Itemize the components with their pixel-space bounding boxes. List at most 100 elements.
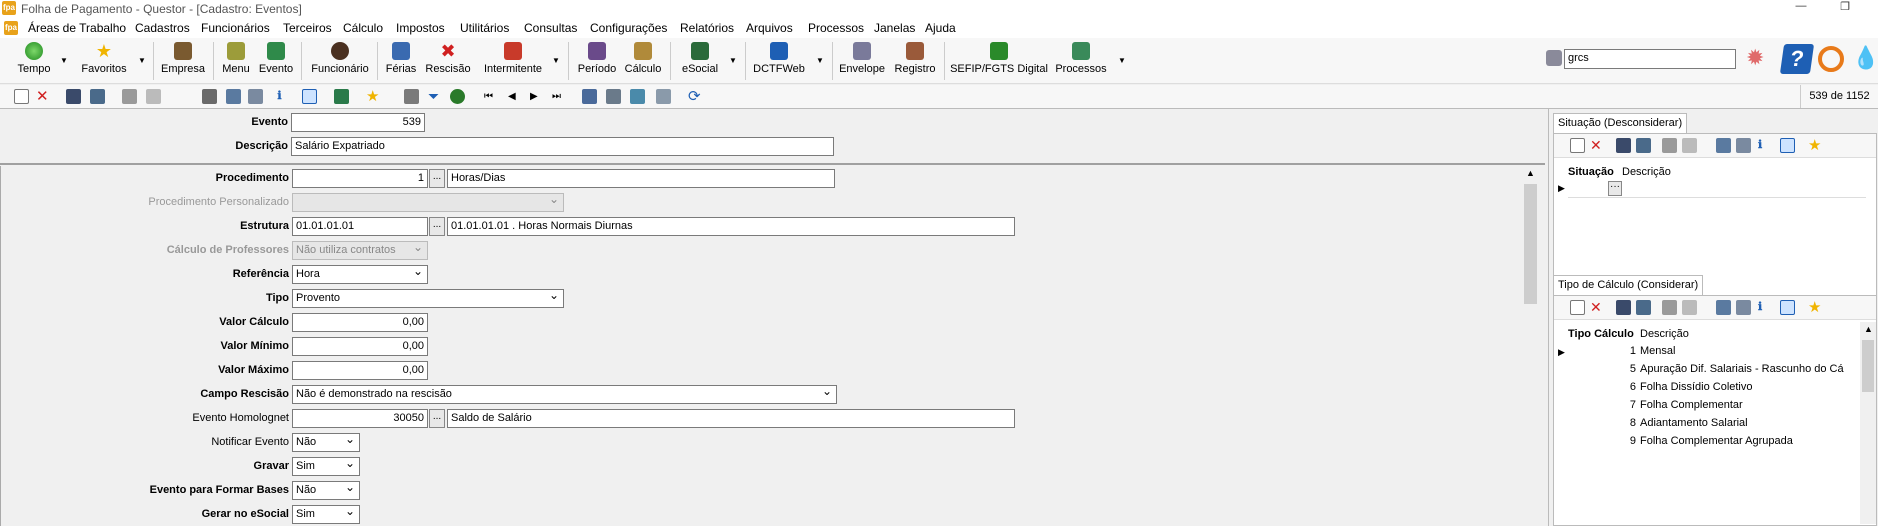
last-record-icon[interactable]: ⏭ [552, 89, 567, 104]
grid-view-icon[interactable] [248, 89, 263, 104]
restore-icon[interactable]: ❐ [1830, 0, 1860, 16]
procedimento-lookup-button[interactable]: ... [429, 169, 445, 188]
campo-rescisao-select[interactable]: Não é demonstrado na rescisão [292, 385, 837, 404]
info-icon[interactable]: ℹ [272, 89, 287, 104]
new-record-icon[interactable] [1570, 300, 1585, 315]
favorite-star-icon[interactable]: ★ [1808, 138, 1823, 153]
questor-logo-icon[interactable] [1818, 46, 1844, 72]
formar-bases-select[interactable]: Não [292, 481, 360, 500]
scroll-up-icon[interactable]: ▲ [1526, 168, 1535, 178]
refresh-filter-icon[interactable] [450, 89, 465, 104]
dctfweb-button[interactable]: DCTFWeb [752, 42, 806, 82]
cancel-icon[interactable] [1682, 138, 1697, 153]
new-record-icon[interactable] [14, 89, 29, 104]
bookmark-icon[interactable] [404, 89, 419, 104]
menu-ajuda[interactable]: Ajuda [925, 21, 956, 35]
filter-icon[interactable]: ⏷ [428, 89, 443, 104]
next-record-icon[interactable]: ▶ [530, 89, 545, 104]
table-row[interactable]: 8 Adiantamento Salarial [1554, 414, 1859, 432]
list-icon[interactable] [606, 89, 621, 104]
save-icon[interactable] [1662, 138, 1677, 153]
export-icon[interactable] [1716, 138, 1731, 153]
table-row[interactable]: 5 Apuração Dif. Salariais - Rascunho do C… [1554, 360, 1859, 378]
print-icon[interactable] [1636, 300, 1651, 315]
info-icon[interactable]: ℹ [1758, 138, 1773, 153]
registro-button[interactable]: Registro [892, 42, 938, 82]
valor-minimo-field[interactable]: 0,00 [292, 337, 428, 356]
timer-icon[interactable] [1780, 300, 1795, 315]
table-row[interactable]: 1 Mensal [1554, 342, 1859, 360]
intermitente-dropdown-icon[interactable]: ▼ [552, 56, 560, 65]
menu-funcionarios[interactable]: Funcionários [201, 21, 270, 35]
favoritos-dropdown-icon[interactable]: ▼ [138, 56, 146, 65]
menu-button[interactable]: Menu [218, 42, 254, 82]
export-icon[interactable] [1716, 300, 1731, 315]
edit-icon[interactable] [582, 89, 597, 104]
evento-field[interactable]: 539 [291, 113, 425, 132]
zoom-icon[interactable] [656, 89, 671, 104]
search-input[interactable]: grcs [1564, 49, 1736, 69]
delete-record-icon[interactable]: ✕ [1590, 300, 1605, 315]
valor-calculo-field[interactable]: 0,00 [292, 313, 428, 332]
scroll-up-icon[interactable]: ▲ [1864, 324, 1873, 334]
sefip-fgts-button[interactable]: SEFIP/FGTS Digital [950, 42, 1048, 82]
first-record-icon[interactable]: ⏮ [484, 89, 499, 104]
menu-impostos[interactable]: Impostos [396, 21, 445, 35]
export-icon[interactable] [226, 89, 241, 104]
water-drop-icon[interactable]: 💧 [1852, 46, 1878, 70]
gravar-select[interactable]: Sim [292, 457, 360, 476]
details-icon[interactable] [630, 89, 645, 104]
evento-button[interactable]: Evento [256, 42, 296, 82]
table-row[interactable]: 7 Folha Complementar [1554, 396, 1859, 414]
esocial-button[interactable]: eSocial [678, 42, 722, 82]
exit-icon[interactable] [334, 89, 349, 104]
sync-icon[interactable]: ⟳ [688, 89, 703, 104]
table-row[interactable]: 9 Folha Complementar Agrupada [1554, 432, 1859, 450]
timer-icon[interactable] [302, 89, 317, 104]
favoritos-button[interactable]: ★ Favoritos [78, 42, 130, 82]
menu-areas-de-trabalho[interactable]: Áreas de Trabalho [28, 21, 126, 35]
minimize-icon[interactable]: — [1786, 0, 1816, 16]
new-record-icon[interactable] [1570, 138, 1585, 153]
print-icon[interactable] [1636, 138, 1651, 153]
empresa-button[interactable]: Empresa [160, 42, 206, 82]
app-menu-icon[interactable]: fpa [4, 21, 18, 35]
rescisao-button[interactable]: ✖ Rescisão [424, 42, 472, 82]
report-icon[interactable] [202, 89, 217, 104]
cancel-icon[interactable] [146, 89, 161, 104]
form-scrollbar[interactable]: ▲ [1522, 166, 1539, 526]
save-icon[interactable] [122, 89, 137, 104]
menu-terceiros[interactable]: Terceiros [283, 21, 332, 35]
referencia-select[interactable]: Hora [292, 265, 428, 284]
table-row[interactable]: 6 Folha Dissídio Coletivo [1554, 378, 1859, 396]
tab-situacao[interactable]: Situação (Desconsiderar) [1553, 113, 1688, 133]
menu-configuracoes[interactable]: Configurações [590, 21, 667, 35]
tempo-button[interactable]: Tempo [12, 42, 56, 82]
menu-processos[interactable]: Processos [808, 21, 864, 35]
ferias-button[interactable]: Férias [382, 42, 420, 82]
tempo-dropdown-icon[interactable]: ▼ [60, 56, 68, 65]
favorite-star-icon[interactable]: ★ [366, 89, 381, 104]
dctfweb-dropdown-icon[interactable]: ▼ [816, 56, 824, 65]
estrutura-code-field[interactable]: 01.01.01.01 [292, 217, 428, 236]
menu-janelas[interactable]: Janelas [874, 21, 915, 35]
menu-calculo[interactable]: Cálculo [343, 21, 383, 35]
esocial-dropdown-icon[interactable]: ▼ [729, 56, 737, 65]
grid-view-icon[interactable] [1736, 138, 1751, 153]
prev-record-icon[interactable]: ◀ [508, 89, 523, 104]
menu-relatorios[interactable]: Relatórios [680, 21, 734, 35]
menu-cadastros[interactable]: Cadastros [135, 21, 190, 35]
print-icon[interactable] [90, 89, 105, 104]
cancel-icon[interactable] [1682, 300, 1697, 315]
settings-gear-icon[interactable]: ✹ [1746, 47, 1764, 69]
save-icon[interactable] [1662, 300, 1677, 315]
calculo-button[interactable]: Cálculo [622, 42, 664, 82]
delete-record-icon[interactable]: ✕ [1590, 138, 1605, 153]
estrutura-lookup-button[interactable]: ... [429, 217, 445, 236]
situacao-lookup-button[interactable]: ··· [1608, 181, 1622, 196]
descricao-field[interactable]: Salário Expatriado [291, 137, 834, 156]
gerar-esocial-select[interactable]: Sim [292, 505, 360, 524]
evento-homolognet-desc-field[interactable]: Saldo de Salário [447, 409, 1015, 428]
funcionario-button[interactable]: Funcionário [308, 42, 372, 82]
procedimento-personalizado-select[interactable] [292, 193, 564, 212]
